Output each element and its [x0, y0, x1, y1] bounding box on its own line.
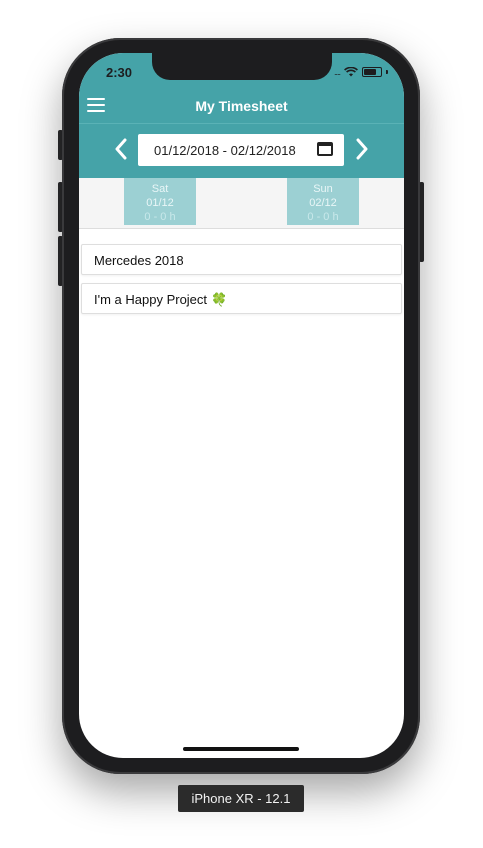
clover-icon: 🍀	[211, 292, 228, 307]
status-time: 2:30	[106, 65, 133, 80]
device-label: iPhone XR - 12.1	[178, 785, 304, 812]
date-range-bar: 01/12/2018 - 02/12/2018	[79, 124, 404, 178]
wifi-icon	[344, 67, 358, 77]
project-label-wrap: I'm a Happy Project 🍀	[94, 292, 227, 308]
day-weekday: Sun	[313, 183, 333, 195]
day-weekday: Sat	[151, 183, 169, 195]
project-label: I'm a Happy Project	[94, 292, 208, 307]
calendar-icon[interactable]	[317, 142, 333, 156]
battery-tip	[386, 70, 388, 74]
phone-screen: 2:30 .... My Timesheet 01/12/2018 - 02/1…	[79, 53, 404, 758]
day-hours: 0 - 0 h	[144, 211, 176, 223]
date-range-picker[interactable]: 01/12/2018 - 02/12/2018	[138, 134, 344, 166]
status-indicators: ....	[334, 67, 388, 77]
signal-icon: ....	[333, 67, 341, 77]
day-date: 01/12	[146, 197, 174, 209]
date-range-text: 01/12/2018 - 02/12/2018	[154, 143, 296, 158]
project-label: Mercedes 2018	[94, 253, 184, 268]
day-date: 02/12	[309, 197, 337, 209]
notch	[152, 53, 332, 80]
day-hours: 0 - 0 h	[307, 211, 339, 223]
chevron-right-icon[interactable]	[350, 134, 374, 164]
day-cell-sun[interactable]: Sun 02/12 0 - 0 h	[287, 178, 359, 225]
battery-icon	[362, 67, 382, 77]
day-cell-sat[interactable]: Sat 01/12 0 - 0 h	[124, 178, 196, 225]
page-title: My Timesheet	[195, 98, 288, 114]
day-strip: Sat 01/12 0 - 0 h Sun 02/12 0 - 0 h	[79, 178, 404, 229]
chevron-left-icon[interactable]	[109, 134, 133, 164]
home-indicator[interactable]	[183, 747, 299, 751]
nav-bar: My Timesheet	[79, 93, 404, 124]
project-item-mercedes[interactable]: Mercedes 2018	[81, 244, 402, 275]
project-item-happy[interactable]: I'm a Happy Project 🍀	[81, 283, 402, 314]
project-list: Mercedes 2018 I'm a Happy Project 🍀	[79, 244, 404, 322]
